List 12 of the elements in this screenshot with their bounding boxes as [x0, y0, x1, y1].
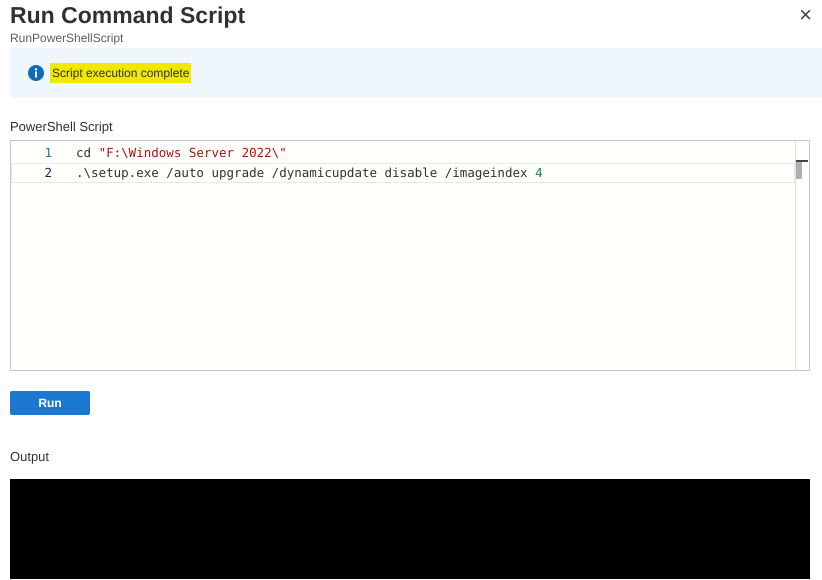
- banner-message: Script execution complete: [50, 63, 192, 83]
- panel-title: Run Command Script: [10, 1, 246, 29]
- run-button[interactable]: Run: [10, 391, 90, 415]
- script-label: PowerShell Script: [10, 119, 114, 135]
- line-number: 2: [43, 164, 52, 182]
- output-label: Output: [10, 449, 50, 465]
- close-button[interactable]: ×: [797, 4, 814, 26]
- info-icon: [28, 65, 44, 81]
- line-number: 1: [43, 144, 52, 162]
- code-text: cd "F:\Windows Server 2022\": [76, 144, 287, 162]
- panel-subtitle: RunPowerShellScript: [10, 31, 124, 45]
- code-text: .\setup.exe /auto upgrade /dynamicupdate disable /imageindex 4: [76, 164, 543, 182]
